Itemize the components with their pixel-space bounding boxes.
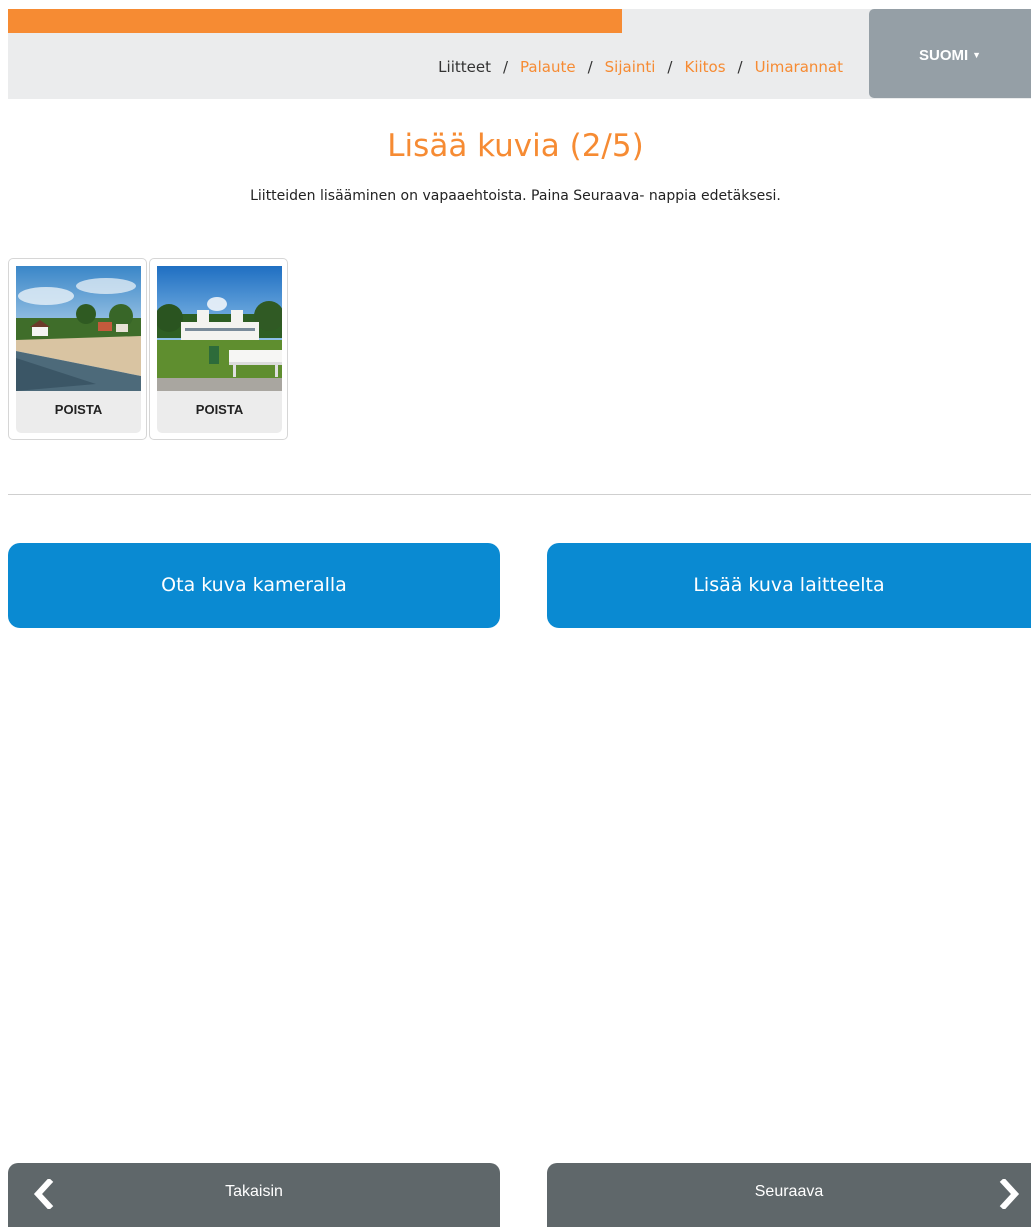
- thumbnail-card: POISTA: [8, 258, 147, 440]
- take-photo-camera-button[interactable]: Ota kuva kameralla: [8, 543, 500, 628]
- next-button[interactable]: Seuraava: [547, 1163, 1031, 1227]
- beach-photo: [16, 266, 141, 391]
- chevron-right-icon: [999, 1179, 1020, 1209]
- thumbnail-card: POISTA: [149, 258, 288, 440]
- caret-down-icon: ▼: [972, 50, 982, 60]
- breadcrumb-separator: /: [587, 58, 593, 76]
- back-label: Takaisin: [225, 1183, 283, 1200]
- language-label: SUOMI: [919, 47, 969, 64]
- add-photo-device-button[interactable]: Lisää kuva laitteelta: [547, 543, 1031, 628]
- remove-photo-button[interactable]: POISTA: [16, 391, 141, 433]
- breadcrumb: Liitteet / Palaute / Sijainti / Kiitos / Uimaran…: [438, 58, 843, 76]
- page-subtitle: Liitteiden lisääminen on vapaaehtoista. …: [250, 188, 781, 204]
- pavilion-photo: [157, 266, 282, 391]
- divider: [8, 494, 1031, 495]
- breadcrumb-item-sijainti[interactable]: Sijainti: [605, 58, 656, 76]
- breadcrumb-separator: /: [737, 58, 743, 76]
- breadcrumb-separator: /: [667, 58, 673, 76]
- breadcrumb-item-kiitos[interactable]: Kiitos: [684, 58, 725, 76]
- breadcrumb-separator: /: [502, 58, 509, 76]
- progress-bar: [8, 9, 622, 33]
- page-title: Lisää kuvia (2/5): [387, 128, 644, 164]
- language-selector-button[interactable]: SUOMI ▼: [869, 9, 1031, 98]
- breadcrumb-item-palaute[interactable]: Palaute: [520, 58, 576, 76]
- breadcrumb-item-uimarannat[interactable]: Uimarannat: [755, 58, 843, 76]
- breadcrumb-item-liitteet: Liitteet: [438, 58, 491, 76]
- remove-photo-button[interactable]: POISTA: [157, 391, 282, 433]
- next-label: Seuraava: [754, 1183, 824, 1200]
- back-button[interactable]: Takaisin: [8, 1163, 500, 1227]
- chevron-left-icon: [33, 1179, 54, 1209]
